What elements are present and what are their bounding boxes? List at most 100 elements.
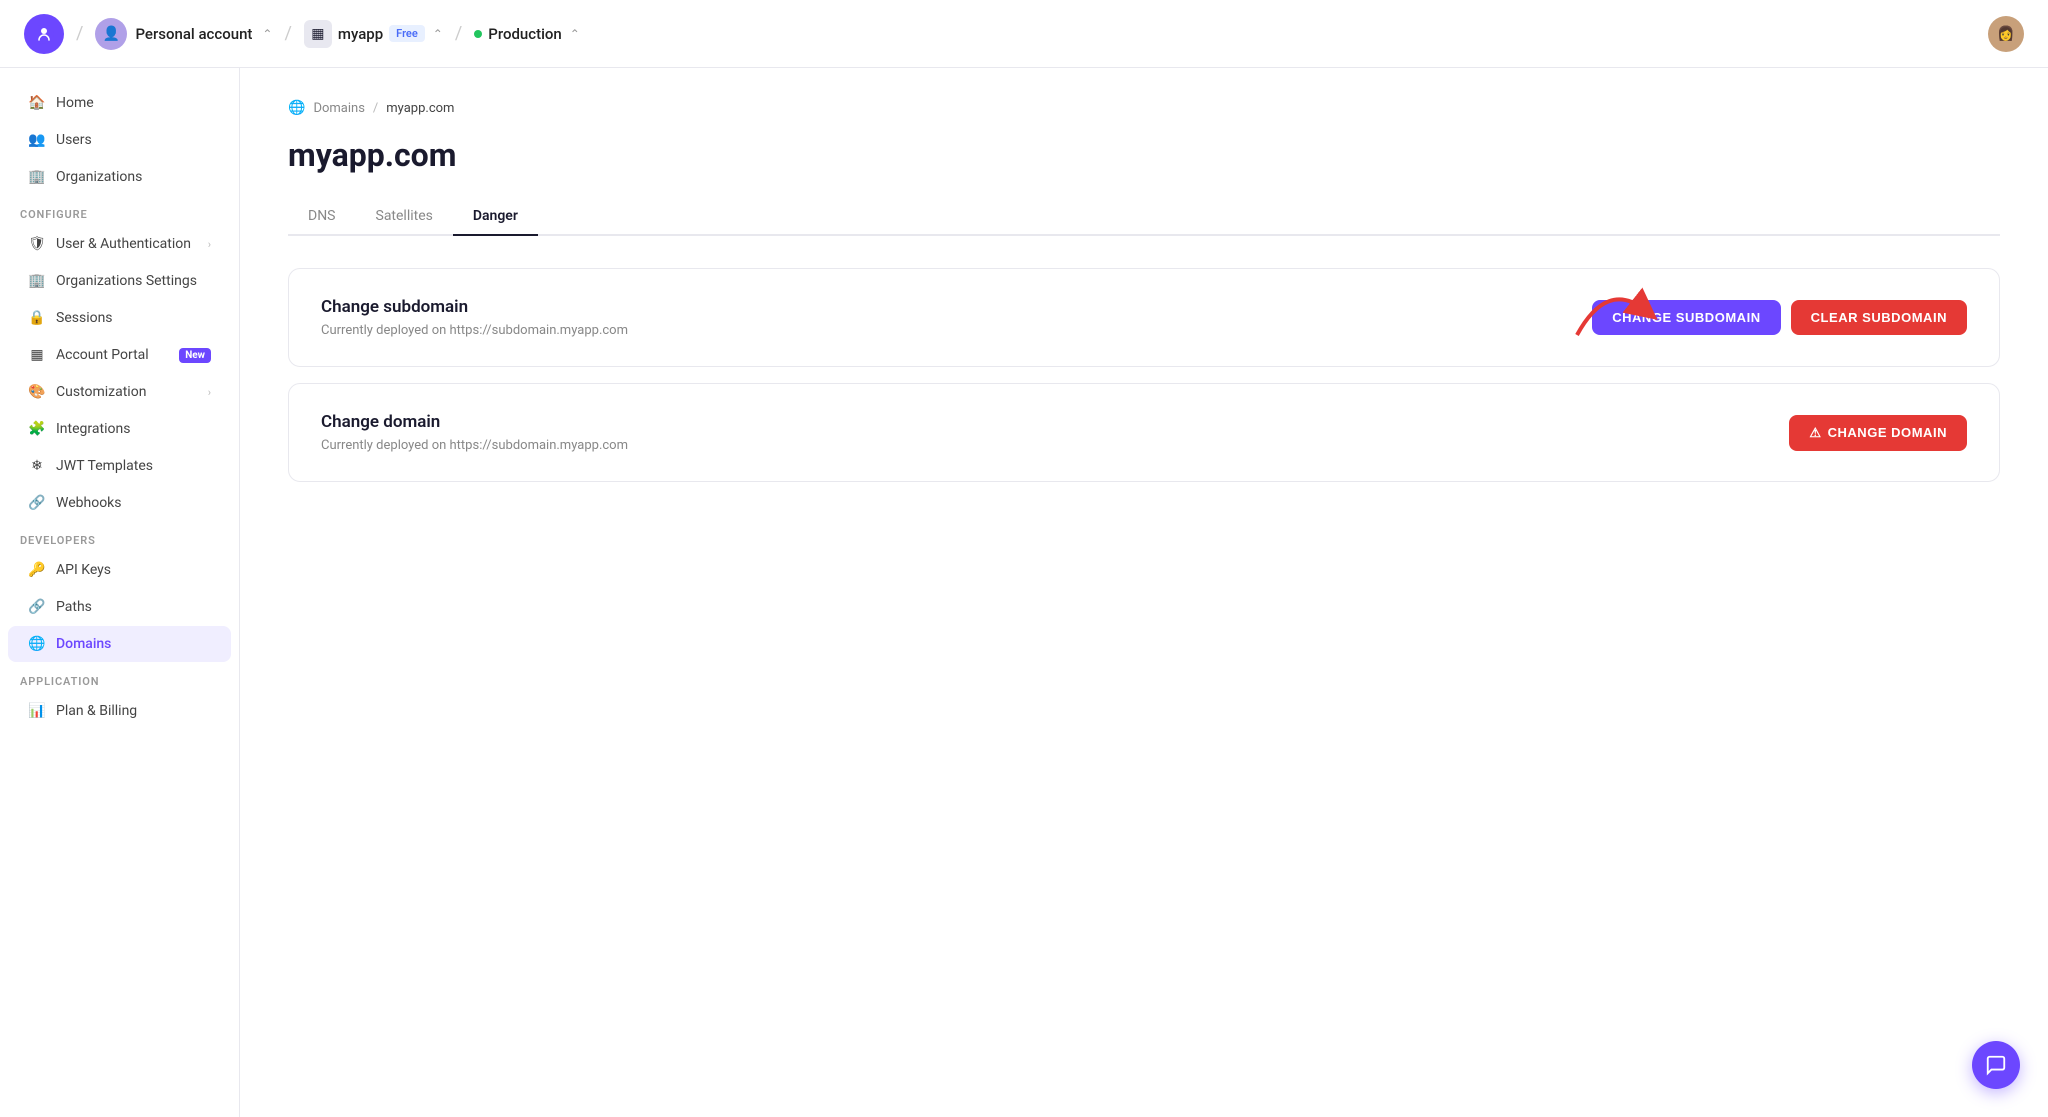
change-subdomain-button[interactable]: CHANGE SUBDOMAIN (1592, 300, 1780, 335)
paths-icon: 🔗 (28, 598, 46, 616)
env-status-dot (474, 30, 482, 38)
subdomain-card-desc: Currently deployed on https://subdomain.… (321, 323, 628, 338)
domain-card-title: Change domain (321, 412, 628, 432)
sidebar-item-sessions[interactable]: 🔒 Sessions (8, 300, 231, 336)
topnav-right: 👩 (1988, 16, 2024, 52)
lock-icon: 🔒 (28, 309, 46, 327)
customization-icon: 🎨 (28, 383, 46, 401)
sidebar-organizations-label: Organizations (56, 169, 211, 185)
account-name: Personal account (135, 25, 252, 43)
env-name: Production (488, 25, 562, 43)
account-chevron-icon: ⌃ (262, 27, 272, 41)
snowflake-icon: ❄ (28, 457, 46, 475)
application-section-label: APPLICATION (0, 663, 239, 692)
user-auth-chevron-icon: › (208, 238, 211, 251)
sidebar-item-user-auth[interactable]: 🛡 User & Authentication › (8, 226, 231, 262)
account-switcher[interactable]: 👤 Personal account ⌃ (95, 18, 272, 50)
sidebar-item-org-settings[interactable]: 🏢 Organizations Settings (8, 263, 231, 299)
globe-icon: 🌐 (28, 635, 46, 653)
sidebar-account-portal-label: Account Portal (56, 347, 169, 363)
change-domain-card: Change domain Currently deployed on http… (288, 383, 2000, 482)
clear-subdomain-button[interactable]: CLEAR SUBDOMAIN (1791, 300, 1967, 335)
sidebar-org-settings-label: Organizations Settings (56, 273, 211, 289)
subdomain-card-left: Change subdomain Currently deployed on h… (321, 297, 628, 338)
shield-icon: 🛡 (28, 235, 46, 253)
page-title: myapp.com (288, 136, 2000, 174)
sidebar-item-users[interactable]: 👥 Users (8, 122, 231, 158)
tab-danger[interactable]: Danger (453, 198, 538, 236)
sidebar-api-keys-label: API Keys (56, 562, 211, 578)
sidebar-item-integrations[interactable]: 🧩 Integrations (8, 411, 231, 447)
customization-chevron-icon: › (208, 386, 211, 399)
org-settings-icon: 🏢 (28, 272, 46, 290)
billing-icon: 📊 (28, 702, 46, 720)
app-plan-badge: Free (389, 25, 425, 42)
webhook-icon: 🔗 (28, 494, 46, 512)
portal-icon: ▦ (28, 346, 46, 364)
sidebar-webhooks-label: Webhooks (56, 495, 211, 511)
sep2: / (284, 23, 291, 44)
chat-support-button[interactable] (1972, 1041, 2020, 1089)
domain-card-desc: Currently deployed on https://subdomain.… (321, 438, 628, 453)
home-icon: 🏠 (28, 94, 46, 112)
sidebar-item-jwt-templates[interactable]: ❄ JWT Templates (8, 448, 231, 484)
sidebar-home-label: Home (56, 95, 211, 111)
organizations-icon: 🏢 (28, 168, 46, 186)
domain-card-left: Change domain Currently deployed on http… (321, 412, 628, 453)
sidebar-item-api-keys[interactable]: 🔑 API Keys (8, 552, 231, 588)
sidebar-paths-label: Paths (56, 599, 211, 615)
sidebar: 🏠 Home 👥 Users 🏢 Organizations CONFIGURE… (0, 68, 240, 1117)
sep3: / (455, 23, 462, 44)
sidebar-integrations-label: Integrations (56, 421, 211, 437)
env-chevron-icon: ⌃ (570, 27, 580, 41)
change-domain-label: CHANGE DOMAIN (1828, 425, 1947, 440)
sidebar-item-webhooks[interactable]: 🔗 Webhooks (8, 485, 231, 521)
sidebar-item-domains[interactable]: 🌐 Domains (8, 626, 231, 662)
layout: 🏠 Home 👥 Users 🏢 Organizations CONFIGURE… (0, 68, 2048, 1117)
sidebar-plan-billing-label: Plan & Billing (56, 703, 211, 719)
main-content: 🌐 Domains / myapp.com myapp.com DNS Sate… (240, 68, 2048, 1117)
domain-card-actions: ⚠ CHANGE DOMAIN (1789, 415, 1967, 451)
users-icon: 👥 (28, 131, 46, 149)
sidebar-customization-label: Customization (56, 384, 198, 400)
change-domain-button[interactable]: ⚠ CHANGE DOMAIN (1789, 415, 1967, 451)
breadcrumb-separator: / (373, 101, 378, 116)
account-portal-badge: New (179, 348, 211, 363)
change-subdomain-card: Change subdomain Currently deployed on h… (288, 268, 2000, 367)
sidebar-item-organizations[interactable]: 🏢 Organizations (8, 159, 231, 195)
sidebar-sessions-label: Sessions (56, 310, 211, 326)
sidebar-jwt-label: JWT Templates (56, 458, 211, 474)
configure-section-label: CONFIGURE (0, 196, 239, 225)
sidebar-user-auth-label: User & Authentication (56, 236, 198, 252)
sidebar-item-customization[interactable]: 🎨 Customization › (8, 374, 231, 410)
breadcrumb-globe-icon: 🌐 (288, 100, 305, 116)
app-switcher[interactable]: ▦ myapp Free ⌃ (304, 20, 443, 48)
puzzle-icon: 🧩 (28, 420, 46, 438)
breadcrumb: 🌐 Domains / myapp.com (288, 100, 2000, 116)
subdomain-card-actions: CHANGE SUBDOMAIN CLEAR SUBDOMAIN (1592, 300, 1967, 335)
subdomain-card-title: Change subdomain (321, 297, 628, 317)
breadcrumb-current: myapp.com (386, 101, 454, 116)
sidebar-item-plan-billing[interactable]: 📊 Plan & Billing (8, 693, 231, 729)
app-icon: ▦ (304, 20, 332, 48)
app-chevron-icon: ⌃ (433, 27, 443, 41)
sep1: / (76, 23, 83, 44)
key-icon: 🔑 (28, 561, 46, 579)
sidebar-item-home[interactable]: 🏠 Home (8, 85, 231, 121)
user-avatar[interactable]: 👩 (1988, 16, 2024, 52)
topnav: / 👤 Personal account ⌃ / ▦ myapp Free ⌃ … (0, 0, 2048, 68)
account-avatar: 👤 (95, 18, 127, 50)
breadcrumb-parent[interactable]: Domains (313, 101, 364, 116)
env-switcher[interactable]: Production ⌃ (474, 25, 580, 43)
warning-icon: ⚠ (1809, 425, 1821, 441)
clerk-logo[interactable] (24, 14, 64, 54)
sidebar-item-account-portal[interactable]: ▦ Account Portal New (8, 337, 231, 373)
tab-satellites[interactable]: Satellites (356, 198, 453, 236)
sidebar-item-paths[interactable]: 🔗 Paths (8, 589, 231, 625)
sidebar-users-label: Users (56, 132, 211, 148)
tab-dns[interactable]: DNS (288, 198, 356, 236)
sidebar-domains-label: Domains (56, 636, 211, 652)
developers-section-label: DEVELOPERS (0, 522, 239, 551)
tabs: DNS Satellites Danger (288, 198, 2000, 236)
app-name: myapp (338, 25, 383, 43)
